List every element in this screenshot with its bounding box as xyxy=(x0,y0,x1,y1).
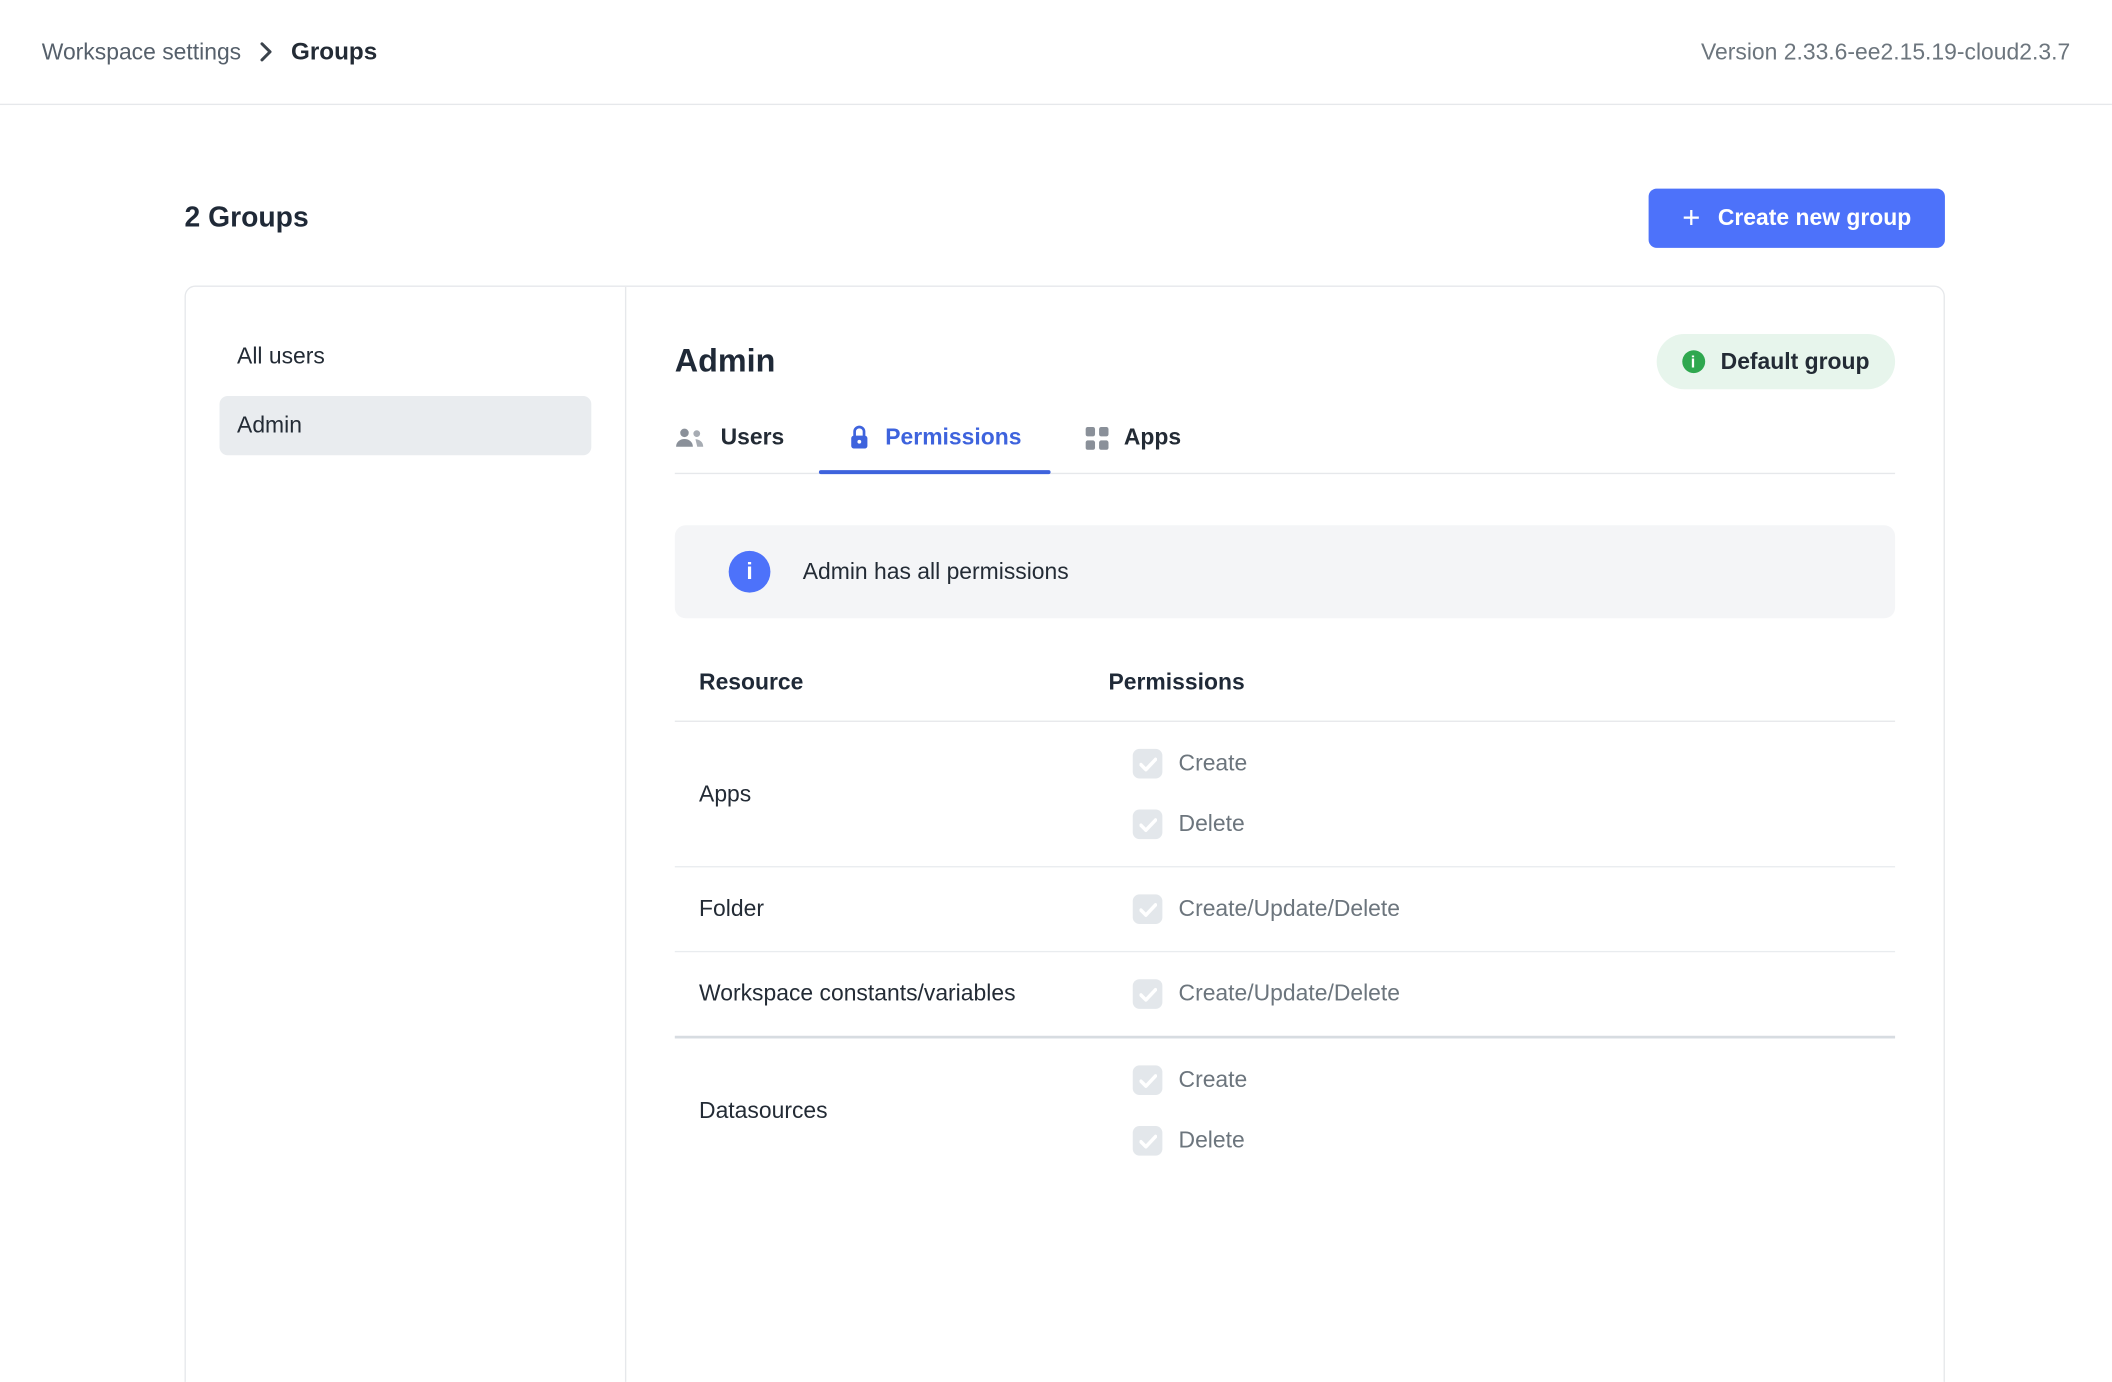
info-blue-icon: i xyxy=(729,551,771,593)
header-resource: Resource xyxy=(699,669,1108,696)
groups-toolbar: 2 Groups + Create new group xyxy=(185,189,1945,248)
version-text: Version 2.33.6-ee2.15.19-cloud2.3.7 xyxy=(1701,38,2070,65)
resource-label: Workspace constants/variables xyxy=(699,981,1108,1008)
permission-item: Create xyxy=(1108,1065,1247,1095)
resource-label: Apps xyxy=(699,781,1108,808)
permission-label: Create/Update/Delete xyxy=(1179,981,1400,1008)
default-group-label: Default group xyxy=(1721,348,1870,375)
tab-users-label: Users xyxy=(721,424,785,451)
permission-checkbox-checked-disabled xyxy=(1133,894,1163,924)
tab-apps-label: Apps xyxy=(1124,424,1181,451)
page: Workspace settings Groups Version 2.33.6… xyxy=(0,0,2112,1382)
group-title: Admin xyxy=(675,343,776,381)
plus-icon: + xyxy=(1682,201,1700,232)
groups-card: All users Admin Admin i Default group xyxy=(185,286,1945,1382)
create-new-group-button[interactable]: + Create new group xyxy=(1649,189,1945,248)
main-content: 2 Groups + Create new group All users Ad… xyxy=(0,189,1945,1382)
group-header: Admin i Default group xyxy=(675,334,1895,389)
permission-label: Delete xyxy=(1179,1127,1245,1154)
permission-item: Delete xyxy=(1108,1126,1247,1156)
permission-checkbox-checked-disabled xyxy=(1133,1065,1163,1095)
permission-item: Create xyxy=(1108,749,1247,779)
permission-item: Create/Update/Delete xyxy=(1108,979,1400,1009)
permission-label: Create xyxy=(1179,1067,1248,1094)
permission-item: Delete xyxy=(1108,809,1247,839)
group-tabs: Users Permissions xyxy=(675,424,1895,474)
table-row-apps: Apps Create xyxy=(675,722,1895,867)
table-row-folder: Folder Create/Update/Delete xyxy=(675,867,1895,952)
permission-item: Create/Update/Delete xyxy=(1108,894,1400,924)
permission-list: Create/Update/Delete xyxy=(1108,979,1400,1009)
resource-label: Datasources xyxy=(699,1097,1108,1124)
table-header-row: Resource Permissions xyxy=(675,651,1895,722)
permissions-table: Resource Permissions Apps Create xyxy=(675,651,1895,1183)
users-icon xyxy=(675,427,706,449)
permission-list: Create Delete xyxy=(1108,1065,1247,1155)
permission-label: Create/Update/Delete xyxy=(1179,896,1400,923)
table-row-datasources: Datasources Create xyxy=(675,1038,1895,1182)
breadcrumb-workspace-settings[interactable]: Workspace settings xyxy=(42,38,241,65)
permission-checkbox-checked-disabled xyxy=(1133,809,1163,839)
groups-sidebar: All users Admin xyxy=(186,287,626,1382)
permission-checkbox-checked-disabled xyxy=(1133,1126,1163,1156)
permission-checkbox-checked-disabled xyxy=(1133,749,1163,779)
banner-text: Admin has all permissions xyxy=(803,558,1069,585)
default-group-badge: i Default group xyxy=(1656,334,1895,389)
permissions-info-banner: i Admin has all permissions xyxy=(675,525,1895,618)
breadcrumb-current-groups: Groups xyxy=(291,38,377,66)
info-green-icon: i xyxy=(1682,350,1705,373)
breadcrumb: Workspace settings Groups xyxy=(42,38,377,66)
groups-count-heading: 2 Groups xyxy=(185,202,309,234)
top-bar: Workspace settings Groups Version 2.33.6… xyxy=(0,0,2112,105)
apps-grid-icon xyxy=(1086,426,1109,449)
tab-permissions-label: Permissions xyxy=(885,424,1021,451)
tab-apps[interactable]: Apps xyxy=(1086,424,1181,472)
permission-list: Create/Update/Delete xyxy=(1108,894,1400,924)
sidebar-item-all-users[interactable]: All users xyxy=(220,327,592,386)
permission-list: Create Delete xyxy=(1108,749,1247,839)
lock-icon xyxy=(849,424,871,451)
resource-label: Folder xyxy=(699,896,1108,923)
chevron-right-icon xyxy=(259,40,274,63)
tab-permissions[interactable]: Permissions xyxy=(849,424,1022,472)
table-row-workspace-constants: Workspace constants/variables Create/Upd… xyxy=(675,952,1895,1038)
permission-label: Delete xyxy=(1179,811,1245,838)
tab-users[interactable]: Users xyxy=(675,424,784,472)
create-new-group-label: Create new group xyxy=(1718,205,1911,232)
header-permissions: Permissions xyxy=(1108,669,1244,696)
permission-label: Create xyxy=(1179,750,1248,777)
permission-checkbox-checked-disabled xyxy=(1133,979,1163,1009)
group-detail-panel: Admin i Default group xyxy=(626,287,1943,1382)
sidebar-item-admin[interactable]: Admin xyxy=(220,396,592,455)
